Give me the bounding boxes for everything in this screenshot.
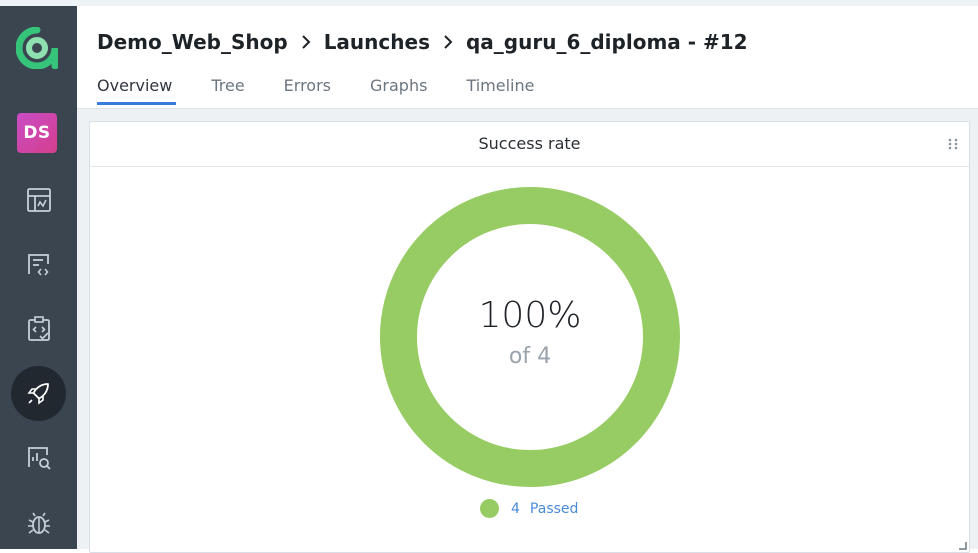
tab-overview[interactable]: Overview bbox=[97, 76, 177, 105]
widget-title: Success rate bbox=[478, 134, 581, 153]
overview-content: Success rate 100% of 4 4 Passed bbox=[77, 109, 978, 553]
breadcrumb-launches[interactable]: Launches bbox=[324, 30, 430, 54]
chevron-right-icon bbox=[300, 34, 312, 50]
total-count: of 4 bbox=[508, 344, 552, 369]
chart-legend: 4 Passed bbox=[480, 499, 578, 518]
widget-header: Success rate bbox=[90, 122, 969, 167]
page-header: Demo_Web_Shop Launches qa_guru_6_diploma… bbox=[77, 6, 978, 109]
tab-timeline[interactable]: Timeline bbox=[466, 76, 534, 104]
testplans-icon bbox=[27, 316, 50, 341]
drag-handle-icon[interactable] bbox=[947, 137, 959, 151]
breadcrumb-project[interactable]: Demo_Web_Shop bbox=[97, 30, 288, 54]
testcases-nav[interactable] bbox=[0, 237, 77, 293]
tab-errors[interactable]: Errors bbox=[284, 76, 331, 104]
analytics-nav[interactable] bbox=[0, 430, 77, 486]
legend-passed-label: Passed bbox=[529, 500, 579, 517]
donut-slice-passed[interactable] bbox=[380, 187, 680, 487]
testplans-nav[interactable] bbox=[0, 301, 77, 357]
testcases-icon bbox=[27, 254, 49, 276]
legend-passed-count: 4 bbox=[511, 500, 520, 517]
launches-nav[interactable] bbox=[0, 365, 77, 421]
success-rate-widget: Success rate 100% of 4 4 Passed bbox=[89, 121, 970, 553]
allure-logo[interactable] bbox=[15, 26, 59, 70]
sidebar: DS bbox=[0, 6, 77, 549]
passed-dot-icon bbox=[480, 499, 499, 518]
breadcrumb-launch-title: qa_guru_6_diploma - #12 bbox=[465, 30, 748, 54]
launches-icon bbox=[26, 383, 49, 405]
chevron-right-icon bbox=[442, 34, 454, 50]
success-percent: 100% bbox=[478, 295, 582, 336]
analytics-icon bbox=[27, 447, 51, 470]
dashboard-icon bbox=[26, 188, 51, 212]
defects-nav[interactable] bbox=[0, 495, 77, 551]
success-rate-chart: 100% of 4 bbox=[379, 186, 681, 488]
project-avatar[interactable]: DS bbox=[17, 113, 57, 153]
dashboard-nav[interactable] bbox=[0, 172, 77, 228]
tab-bar: Overview Tree Errors Graphs Timeline bbox=[97, 76, 573, 105]
tab-tree[interactable]: Tree bbox=[211, 76, 244, 104]
breadcrumb: Demo_Web_Shop Launches qa_guru_6_diploma… bbox=[97, 30, 748, 54]
tab-graphs[interactable]: Graphs bbox=[370, 76, 427, 104]
defects-icon bbox=[27, 512, 50, 534]
